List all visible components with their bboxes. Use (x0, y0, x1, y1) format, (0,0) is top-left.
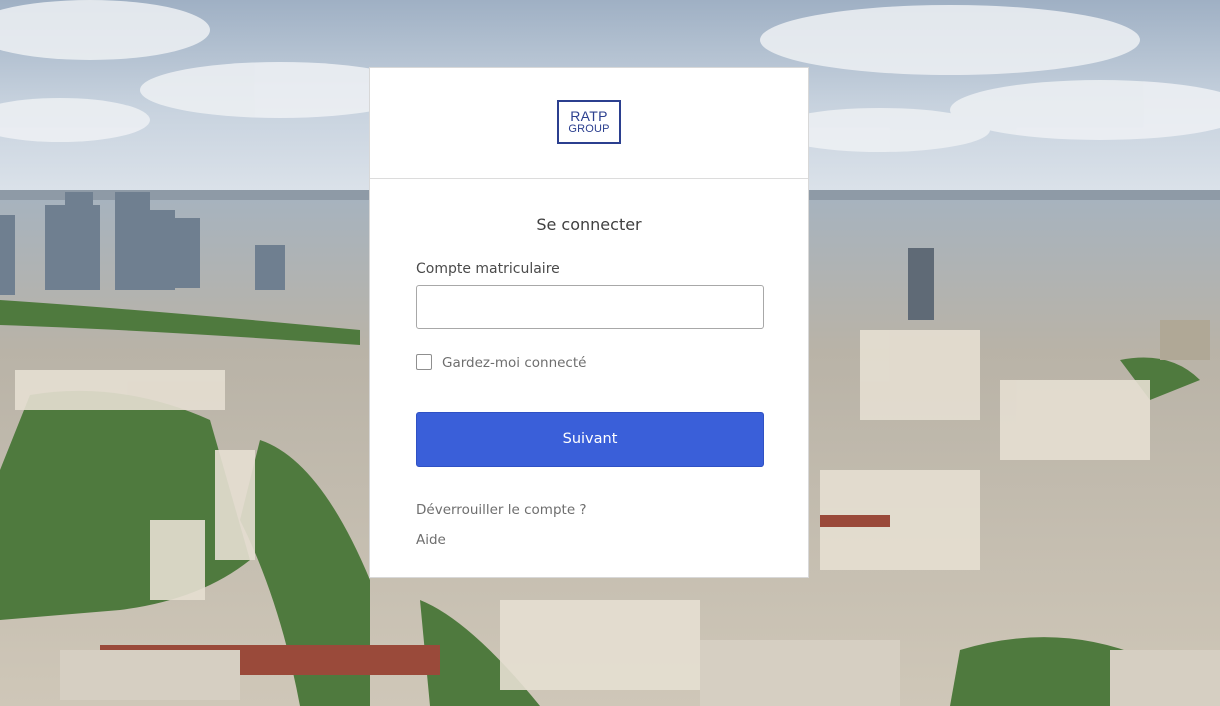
account-field-label: Compte matriculaire (416, 261, 560, 277)
remember-me-checkbox[interactable] (416, 354, 432, 370)
logo-line-1: RATP (570, 108, 608, 124)
ratp-group-logo: RATP GROUP (557, 100, 621, 144)
login-title: Se connecter (536, 215, 642, 234)
logo-line-2: GROUP (568, 123, 610, 135)
unlock-account-link[interactable]: Déverrouiller le compte ? (416, 502, 587, 518)
remember-me-label[interactable]: Gardez-moi connecté (442, 355, 586, 371)
next-button[interactable]: Suivant (416, 412, 764, 467)
login-card: RATP GROUP Se connecter Compte matricula… (369, 67, 809, 578)
card-header: RATP GROUP (370, 68, 808, 179)
account-input[interactable] (416, 285, 764, 329)
help-link[interactable]: Aide (416, 532, 446, 548)
